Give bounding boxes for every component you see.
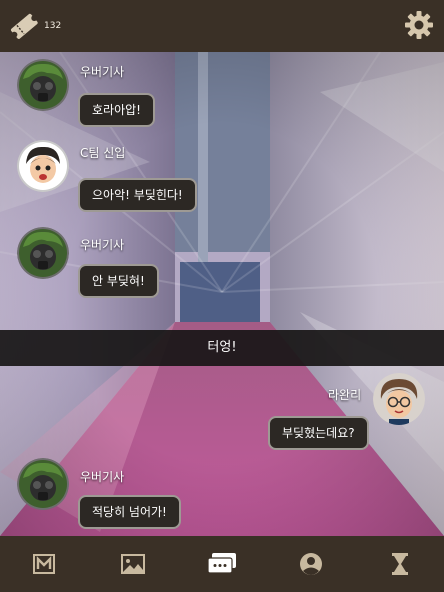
book-icon <box>33 554 56 574</box>
story-scene[interactable]: 우버기사 호라아압! C팀 신입 으아악! 부딪힌다! 우버기사 안 부딪혀! <box>0 52 444 536</box>
narration-banner: 터엉! <box>0 330 444 366</box>
ticket-count: 132 <box>44 21 62 31</box>
dialog-bubble: 안 부딪혀! <box>78 264 159 298</box>
speaker-name: 우버기사 <box>80 65 125 79</box>
gallery-icon <box>121 554 146 574</box>
speaker-name: 우버기사 <box>80 238 125 252</box>
masked-driver-avatar-icon <box>17 59 69 111</box>
ticket-icon[interactable] <box>8 10 40 42</box>
speaker-name: 우버기사 <box>80 470 125 484</box>
rookie-avatar-icon <box>17 140 69 192</box>
hourglass-icon <box>391 553 408 575</box>
avatar <box>373 373 425 425</box>
dialog-bubble: 적당히 넘어가! <box>78 495 181 529</box>
gear-icon[interactable] <box>404 10 434 40</box>
masked-driver-avatar-icon <box>17 458 69 510</box>
speaker-name: C팀 신입 <box>80 146 126 160</box>
corridor-background <box>0 52 444 536</box>
nav-profile[interactable] <box>287 540 335 588</box>
avatar <box>17 227 69 279</box>
glasses-character-avatar-icon <box>373 373 425 425</box>
avatar <box>17 59 69 111</box>
bottom-nav <box>0 536 444 592</box>
nav-book[interactable] <box>20 540 68 588</box>
dialog-bubble: 으아악! 부딪힌다! <box>78 178 197 212</box>
avatar <box>17 140 69 192</box>
top-bar: 132 <box>0 0 444 52</box>
profile-icon <box>299 553 322 575</box>
nav-gallery[interactable] <box>109 540 157 588</box>
speaker-name: 라완리 <box>328 388 362 402</box>
nav-hourglass[interactable] <box>376 540 424 588</box>
masked-driver-avatar-icon <box>17 227 69 279</box>
chat-icon <box>207 553 236 574</box>
avatar <box>17 458 69 510</box>
dialog-bubble: 부딪혔는데요? <box>268 416 369 450</box>
nav-chat[interactable] <box>198 540 246 588</box>
dialog-bubble: 호라아압! <box>78 93 155 127</box>
